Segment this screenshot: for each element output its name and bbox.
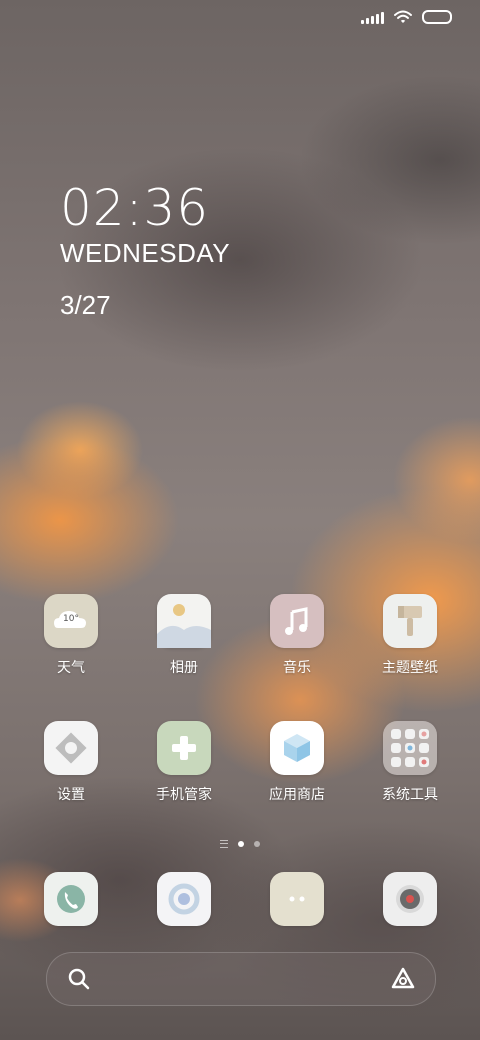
app-store-icon xyxy=(270,721,324,775)
dock-camera[interactable] xyxy=(355,872,465,926)
search-bar[interactable] xyxy=(46,952,436,1006)
app-store[interactable]: 应用商店 xyxy=(242,721,352,804)
app-gallery[interactable]: 相册 xyxy=(129,594,239,677)
clock-day: WEDNESDAY xyxy=(60,238,231,268)
folder-icon xyxy=(383,721,437,775)
app-label: 设置 xyxy=(57,787,85,803)
app-label: 手机管家 xyxy=(156,787,212,803)
app-label: 相册 xyxy=(170,660,198,676)
security-icon xyxy=(157,721,211,775)
wifi-icon xyxy=(394,10,412,23)
messages-icon xyxy=(270,872,324,926)
status-bar xyxy=(361,10,452,24)
app-theme[interactable]: 主题壁纸 xyxy=(355,594,465,677)
weather-icon: 10° xyxy=(44,594,98,648)
app-music[interactable]: 音乐 xyxy=(242,594,352,677)
page-dot-active xyxy=(238,841,244,847)
clock-time: 02:36 xyxy=(60,179,210,237)
page-indicator[interactable] xyxy=(0,840,480,848)
app-settings[interactable]: 设置 xyxy=(16,721,126,804)
phone-icon xyxy=(44,872,98,926)
camera-icon xyxy=(383,872,437,926)
theme-icon xyxy=(383,594,437,648)
dock-browser[interactable] xyxy=(129,872,239,926)
app-label: 系统工具 xyxy=(382,787,438,803)
clock-widget[interactable]: 02:36 WEDNESDAY 3/27 xyxy=(60,178,230,320)
battery-icon xyxy=(422,10,452,24)
page-dot xyxy=(254,841,260,847)
menu-icon xyxy=(220,840,228,848)
settings-icon xyxy=(44,721,98,775)
app-weather[interactable]: 10° 天气 xyxy=(16,594,126,677)
app-label: 应用商店 xyxy=(269,787,325,803)
app-label: 音乐 xyxy=(283,660,311,676)
app-label: 天气 xyxy=(57,660,85,676)
home-screen: 02:36 WEDNESDAY 3/27 10° 天气 相册 音乐 主题壁纸 设… xyxy=(0,0,480,1040)
clock-date: 3/27 xyxy=(60,290,111,320)
signal-icon xyxy=(361,10,384,24)
search-icon[interactable] xyxy=(67,967,91,991)
gallery-icon xyxy=(157,594,211,648)
assistant-icon[interactable] xyxy=(389,965,417,993)
weather-temp: 10° xyxy=(63,614,79,624)
dock-phone[interactable] xyxy=(16,872,126,926)
app-folder-tools[interactable]: 系统工具 xyxy=(355,721,465,804)
browser-icon xyxy=(157,872,211,926)
app-label: 主题壁纸 xyxy=(382,660,438,676)
music-icon xyxy=(270,594,324,648)
dock-messages[interactable] xyxy=(242,872,352,926)
app-security[interactable]: 手机管家 xyxy=(129,721,239,804)
